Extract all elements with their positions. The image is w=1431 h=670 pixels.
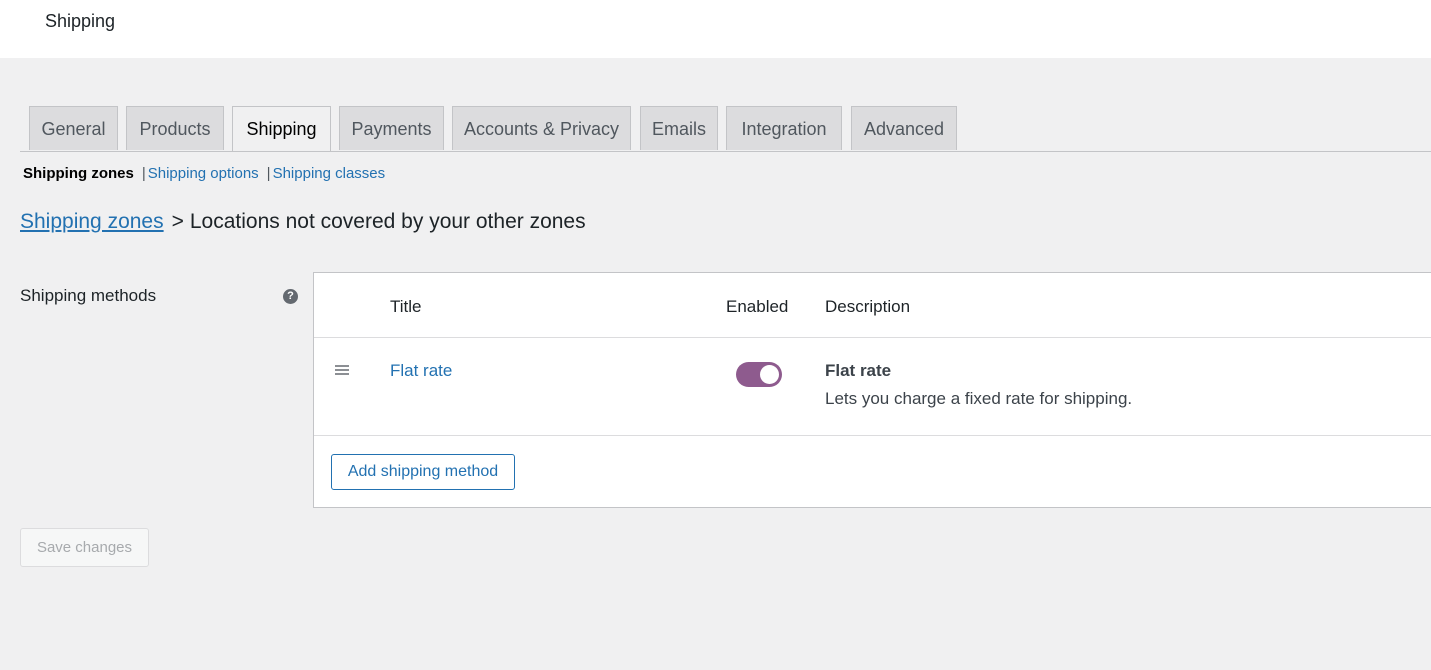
toggle-knob (760, 365, 779, 384)
shipping-methods-label: Shipping methods (20, 286, 157, 305)
method-description-title: Flat rate (825, 361, 892, 380)
zone-heading: Shipping zones > Locations not covered by … (20, 210, 586, 234)
shipping-methods-table: Title Enabled Description Flat rate Flat… (313, 272, 1431, 508)
header-divider (314, 337, 1431, 338)
zone-name: Locations not covered by your other zone… (189, 210, 586, 233)
tab-products[interactable]: Products (126, 106, 224, 150)
settings-tabs: General Products Shipping Payments Accou… (20, 106, 1431, 152)
enabled-toggle[interactable] (736, 362, 782, 387)
top-header: Shipping (0, 0, 1431, 58)
column-header-enabled: Enabled (726, 297, 789, 316)
tab-general[interactable]: General (29, 106, 118, 150)
tab-emails[interactable]: Emails (640, 106, 718, 150)
tab-shipping[interactable]: Shipping (232, 106, 331, 151)
drag-handle-icon[interactable] (335, 365, 349, 375)
save-changes-button[interactable]: Save changes (20, 528, 149, 567)
section-subnav: Shipping zones | Shipping options | Shipping… (23, 165, 385, 182)
row-divider (314, 435, 1431, 436)
tab-accounts-privacy[interactable]: Accounts & Privacy (452, 106, 631, 150)
subnav-shipping-classes[interactable]: Shipping classes (273, 165, 386, 182)
column-header-title: Title (390, 297, 422, 316)
method-title-link[interactable]: Flat rate (390, 361, 452, 381)
column-header-description: Description (825, 297, 911, 316)
breadcrumb-shipping-zones-link[interactable]: Shipping zones (20, 210, 164, 233)
add-shipping-method-button[interactable]: Add shipping method (331, 454, 515, 490)
tab-advanced[interactable]: Advanced (851, 106, 957, 150)
page-title: Shipping (45, 11, 116, 31)
subnav-separator: | (141, 165, 146, 182)
subnav-separator: | (266, 165, 271, 182)
help-icon[interactable]: ? (283, 289, 298, 304)
breadcrumb-separator: > (171, 210, 184, 233)
subnav-shipping-zones[interactable]: Shipping zones (23, 165, 134, 182)
tab-integration[interactable]: Integration (726, 106, 842, 150)
method-description-text: Lets you charge a fixed rate for shippin… (825, 389, 1133, 408)
subnav-shipping-options[interactable]: Shipping options (148, 165, 259, 182)
tab-payments[interactable]: Payments (339, 106, 444, 150)
